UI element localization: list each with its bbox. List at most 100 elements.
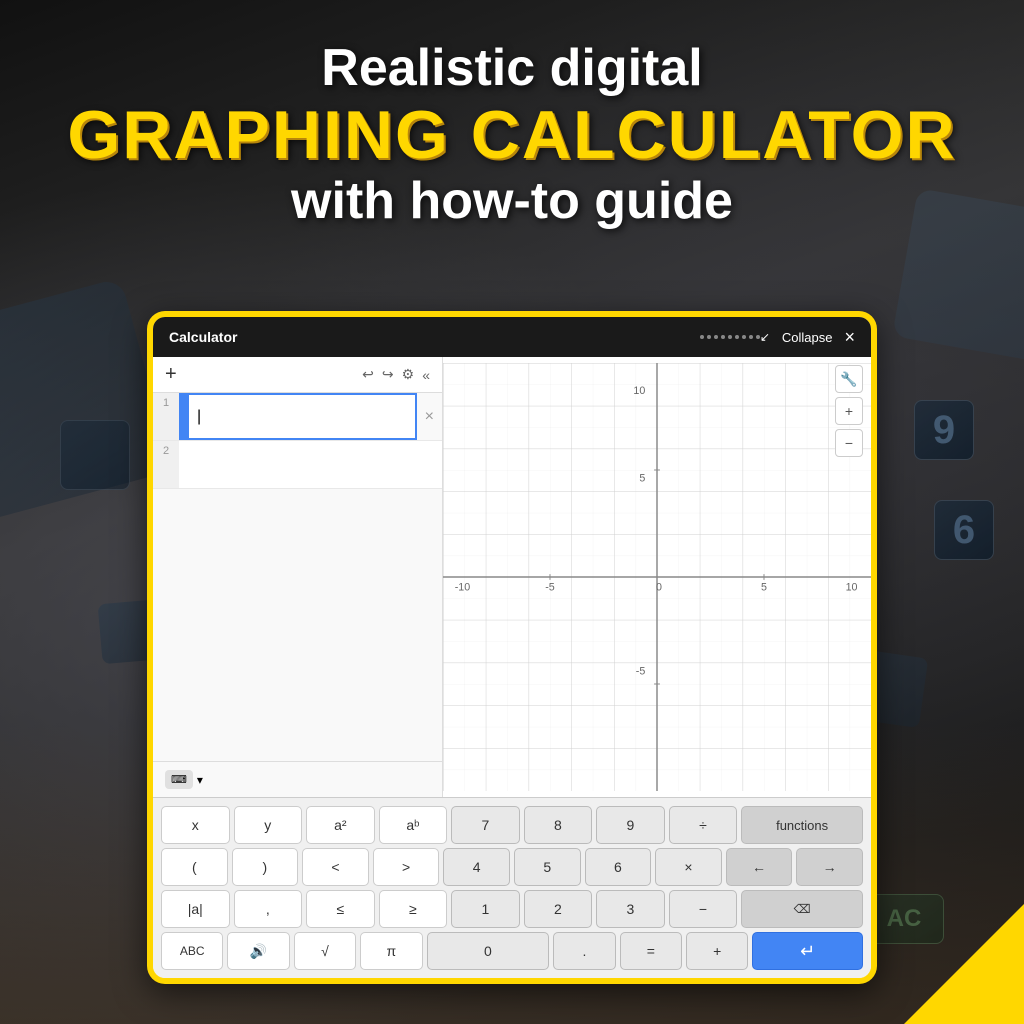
expression-row: 1 × (153, 393, 442, 441)
key-right-arrow[interactable]: → (796, 848, 863, 886)
dot (714, 335, 718, 339)
dot (707, 335, 711, 339)
key-backspace[interactable]: ⌫ (741, 890, 863, 928)
expression-list: 1 × 2 (153, 393, 442, 761)
key-less-than[interactable]: < (302, 848, 369, 886)
key-abs[interactable]: |a| (161, 890, 230, 928)
key-y[interactable]: y (234, 806, 303, 844)
settings-button[interactable]: ⚙ (402, 366, 415, 383)
expression-input[interactable] (187, 393, 417, 440)
collapse-icon: ↙ (760, 330, 770, 344)
calculator-container: Calculator ↙ Collapse × (147, 311, 877, 984)
title-bar: Calculator ↙ Collapse × (153, 317, 871, 357)
key-multiply[interactable]: × (655, 848, 722, 886)
svg-text:-5: -5 (545, 582, 555, 594)
key-functions[interactable]: functions (741, 806, 863, 844)
dot (742, 335, 746, 339)
key-6[interactable]: 6 (585, 848, 652, 886)
key-5[interactable]: 5 (514, 848, 581, 886)
key-sqrt[interactable]: √ (294, 932, 356, 970)
key-minus[interactable]: − (669, 890, 738, 928)
title-line1: Realistic digital (40, 40, 984, 97)
graph-area[interactable]: -10 -5 0 5 10 10 5 -5 (443, 357, 871, 797)
key-x[interactable]: x (161, 806, 230, 844)
left-panel: + ↩ ↪ ⚙ « 1 × (153, 357, 443, 797)
dot (749, 335, 753, 339)
dot (721, 335, 725, 339)
yellow-border: Calculator ↙ Collapse × (147, 311, 877, 984)
key-plus[interactable]: + (686, 932, 748, 970)
key-divide[interactable]: ÷ (669, 806, 738, 844)
svg-text:10: 10 (846, 582, 858, 594)
key-a-squared[interactable]: a² (306, 806, 375, 844)
key-open-paren[interactable]: ( (161, 848, 228, 886)
key-0[interactable]: 0 (427, 932, 550, 970)
redo-button[interactable]: ↪ (382, 366, 394, 383)
key-sound[interactable]: 🔊 (227, 932, 289, 970)
collapse-button[interactable]: Collapse (782, 330, 833, 345)
expression-color-bar[interactable] (179, 393, 187, 440)
calc-body: + ↩ ↪ ⚙ « 1 × (153, 357, 871, 797)
close-button[interactable]: × (844, 327, 855, 348)
keyboard-icon[interactable]: ⌨ (165, 770, 193, 789)
key-8[interactable]: 8 (524, 806, 593, 844)
svg-text:5: 5 (639, 473, 645, 485)
key-leq[interactable]: ≤ (306, 890, 375, 928)
key-a-power-b[interactable]: aᵇ (379, 806, 448, 844)
zoom-out-button[interactable]: − (835, 429, 863, 457)
svg-text:-5: -5 (636, 665, 646, 677)
settings-graph-button[interactable]: 🔧 (835, 365, 863, 393)
key-9[interactable]: 9 (596, 806, 665, 844)
svg-text:-10: -10 (455, 582, 471, 594)
key-pi[interactable]: π (360, 932, 422, 970)
window-title: Calculator (169, 329, 700, 345)
key-2[interactable]: 2 (524, 890, 593, 928)
key-left-arrow[interactable]: ← (726, 848, 793, 886)
expression-number: 1 (153, 393, 179, 440)
keyboard-row-2: ( ) < > 4 5 6 × ← → (161, 848, 863, 886)
graph-controls: 🔧 + − (835, 365, 863, 457)
graph-svg: -10 -5 0 5 10 10 5 -5 (443, 357, 871, 797)
key-4[interactable]: 4 (443, 848, 510, 886)
undo-button[interactable]: ↩ (362, 366, 374, 383)
toolbar: + ↩ ↪ ⚙ « (153, 357, 442, 393)
key-dot[interactable]: . (553, 932, 615, 970)
svg-text:10: 10 (633, 385, 645, 397)
title-bar-dots (700, 335, 760, 339)
keyboard-row-1: x y a² aᵇ 7 8 9 ÷ functions (161, 806, 863, 844)
key-comma[interactable]: , (234, 890, 303, 928)
key-enter[interactable]: ↵ (752, 932, 863, 970)
key-abc[interactable]: ABC (161, 932, 223, 970)
keyboard-toggle[interactable]: ⌨ ▾ (153, 761, 442, 797)
key-3[interactable]: 3 (596, 890, 665, 928)
keyboard-row-4: ABC 🔊 √ π 0 . = + ↵ (161, 932, 863, 970)
svg-text:0: 0 (656, 582, 662, 594)
calculator-window: Calculator ↙ Collapse × (153, 317, 871, 978)
title-bar-right: ↙ Collapse × (760, 327, 855, 348)
graph-panel: -10 -5 0 5 10 10 5 -5 (443, 357, 871, 797)
dot (700, 335, 704, 339)
dot (735, 335, 739, 339)
title-line3: with how-to guide (40, 173, 984, 230)
header-section: Realistic digital GRAPHING CALCULATOR wi… (0, 20, 1024, 250)
expression-empty[interactable] (179, 441, 442, 488)
add-expression-button[interactable]: + (165, 363, 177, 386)
keyboard-chevron: ▾ (197, 773, 203, 787)
keyboard-panel: x y a² aᵇ 7 8 9 ÷ functions ( ) < > 4 (153, 797, 871, 978)
svg-text:5: 5 (761, 582, 767, 594)
expression-number: 2 (153, 441, 179, 488)
zoom-in-button[interactable]: + (835, 397, 863, 425)
key-equals[interactable]: = (620, 932, 682, 970)
key-1[interactable]: 1 (451, 890, 520, 928)
collapse-panel-button[interactable]: « (422, 367, 430, 383)
expression-row: 2 (153, 441, 442, 489)
title-line2: GRAPHING CALCULATOR (40, 101, 984, 169)
key-greater-than[interactable]: > (373, 848, 440, 886)
key-7[interactable]: 7 (451, 806, 520, 844)
dot (728, 335, 732, 339)
key-geq[interactable]: ≥ (379, 890, 448, 928)
expression-delete-button[interactable]: × (417, 393, 442, 440)
keyboard-row-3: |a| , ≤ ≥ 1 2 3 − ⌫ (161, 890, 863, 928)
key-close-paren[interactable]: ) (232, 848, 299, 886)
keyboard-symbol: ⌨ (171, 773, 187, 786)
